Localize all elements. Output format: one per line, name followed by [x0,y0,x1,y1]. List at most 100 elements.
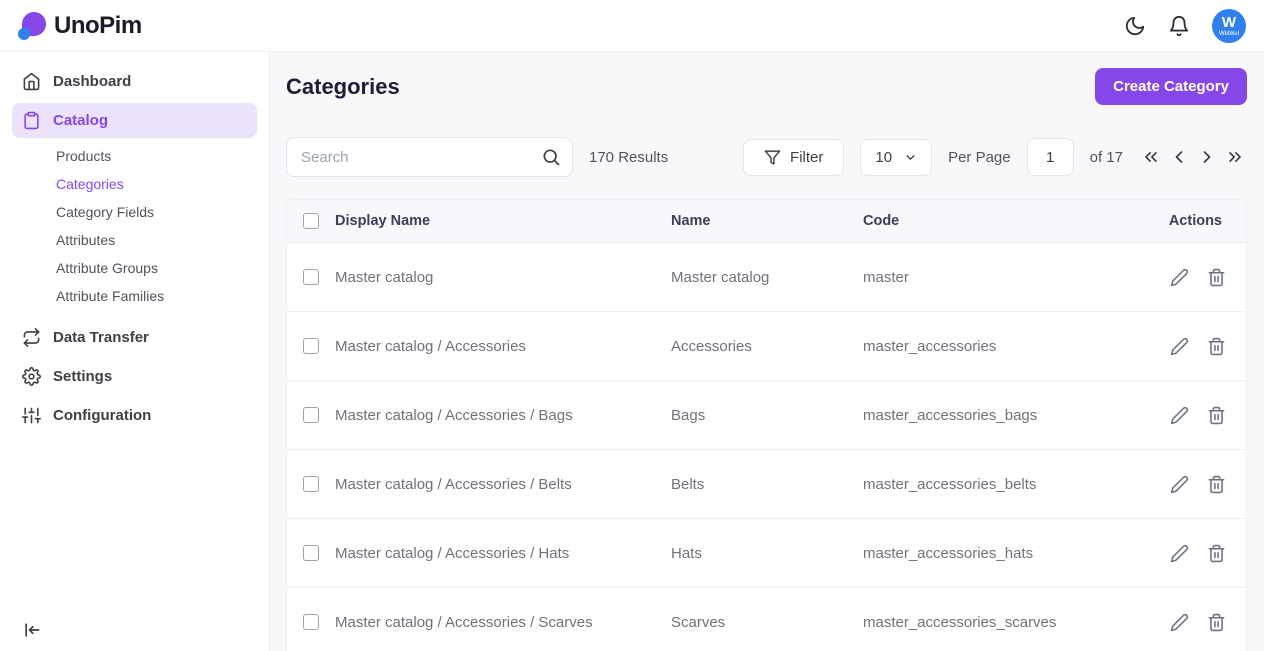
sidebar-item-products[interactable]: Products [56,142,269,170]
chevron-right-icon [1203,151,1211,163]
edit-button[interactable] [1170,337,1189,356]
edit-pencil-icon [1170,337,1189,355]
chevron-down-icon [906,154,915,160]
sidebar-item-data-transfer[interactable]: Data Transfer [12,320,257,355]
trash-icon [1208,406,1225,424]
cell-code: master_accessories_hats [863,544,1034,562]
row-checkbox[interactable] [303,545,319,561]
first-page-button[interactable] [1139,147,1163,167]
table-row: Master catalog / Accessories / Hats Hats… [287,518,1246,587]
edit-button[interactable] [1170,544,1189,563]
row-checkbox[interactable] [303,407,319,423]
user-avatar[interactable]: W Webkul [1212,8,1246,43]
cell-code: master_accessories [863,337,997,355]
categories-table: Display Name Name Code Actions Master ca… [286,199,1247,651]
filter-icon [764,149,781,165]
notifications-button[interactable] [1168,15,1190,37]
home-icon [23,72,40,91]
edit-pencil-icon [1170,475,1189,493]
sidebar-item-attribute-families[interactable]: Attribute Families [56,282,269,310]
cell-code: master_accessories_bags [863,406,1038,424]
sidebar-item-category-fields[interactable]: Category Fields [56,198,269,226]
main-content: Categories Create Category 170 Results F… [270,52,1264,651]
configuration-icon [22,407,41,424]
app-logo: UnoPim [18,11,142,40]
trash-icon [1208,268,1225,286]
chevrons-right-icon [1229,152,1241,162]
collapse-sidebar-icon [25,623,40,637]
sidebar-collapse-button[interactable] [22,620,42,643]
per-page-select[interactable]: 10 [860,138,933,176]
chevrons-left-icon [1145,152,1157,162]
edit-pencil-icon [1170,613,1189,631]
per-page-value: 10 [875,148,893,166]
table-row: Master catalog / Accessories / Bags Bags… [287,380,1246,449]
cell-name: Hats [671,544,702,562]
page-number-input[interactable] [1026,138,1074,176]
cell-name: Master catalog [671,268,770,286]
sidebar-item-catalog[interactable]: Catalog [12,103,257,138]
search-input[interactable] [286,137,573,177]
filter-button[interactable]: Filter [743,138,845,176]
column-header-code: Code [863,213,900,229]
row-checkbox[interactable] [303,338,319,354]
cell-display-name: Master catalog / Accessories / Hats [335,544,570,562]
delete-button[interactable] [1207,613,1226,632]
delete-button[interactable] [1207,337,1226,356]
delete-button[interactable] [1207,475,1226,494]
previous-page-button[interactable] [1167,147,1191,167]
delete-button[interactable] [1207,544,1226,563]
row-checkbox[interactable] [303,476,319,492]
trash-icon [1208,475,1225,493]
column-header-name: Name [671,213,711,229]
next-page-button[interactable] [1195,147,1219,167]
table-row: Master catalog / Accessories / Scarves S… [287,587,1246,651]
trash-icon [1208,337,1225,355]
per-page-label: Per Page [948,148,1011,166]
cell-display-name: Master catalog / Accessories / Scarves [335,613,593,631]
edit-pencil-icon [1170,406,1189,424]
sidebar-item-attribute-groups[interactable]: Attribute Groups [56,254,269,282]
pagination [1139,147,1247,167]
sidebar-item-categories[interactable]: Categories [56,170,269,198]
sidebar-item-attributes[interactable]: Attributes [56,226,269,254]
cell-display-name: Master catalog / Accessories / Belts [335,475,572,493]
cell-name: Accessories [671,337,752,355]
cell-name: Bags [671,406,706,424]
edit-button[interactable] [1170,613,1189,632]
sidebar-item-label: Configuration [53,407,152,424]
sidebar-item-settings[interactable]: Settings [12,359,257,394]
edit-button[interactable] [1170,475,1189,494]
trash-icon [1208,544,1225,562]
delete-button[interactable] [1207,268,1226,287]
select-all-checkbox[interactable] [303,213,319,229]
results-count: 170 Results [589,148,669,166]
sidebar-item-label: Data Transfer [53,329,149,346]
table-header-row: Display Name Name Code Actions [287,200,1246,242]
cell-code: master [863,268,909,286]
cell-name: Scarves [671,613,726,631]
edit-button[interactable] [1170,268,1189,287]
data-transfer-icon [23,328,40,347]
delete-button[interactable] [1207,406,1226,425]
table-row: Master catalog Master catalog master [287,242,1246,311]
logo-mark-icon [18,11,46,40]
column-header-actions: Actions [1168,213,1222,229]
row-checkbox[interactable] [303,269,319,285]
app-name: UnoPim [54,11,142,39]
edit-button[interactable] [1170,406,1189,425]
sidebar-item-configuration[interactable]: Configuration [12,398,257,433]
dark-mode-toggle[interactable] [1124,15,1146,37]
cell-code: master_accessories_scarves [863,613,1057,631]
sidebar-item-dashboard[interactable]: Dashboard [12,64,257,99]
catalog-submenu: Products Categories Category Fields Attr… [0,142,269,310]
row-checkbox[interactable] [303,614,319,630]
moon-icon [1125,16,1145,35]
cell-code: master_accessories_belts [863,475,1037,493]
table-row: Master catalog / Accessories Accessories… [287,311,1246,380]
create-category-button[interactable]: Create Category [1095,68,1247,105]
sidebar-item-label: Dashboard [53,73,132,90]
last-page-button[interactable] [1223,147,1247,167]
page-total-label: of 17 [1089,148,1123,166]
table-body: Master catalog Master catalog master Mas… [287,242,1246,651]
